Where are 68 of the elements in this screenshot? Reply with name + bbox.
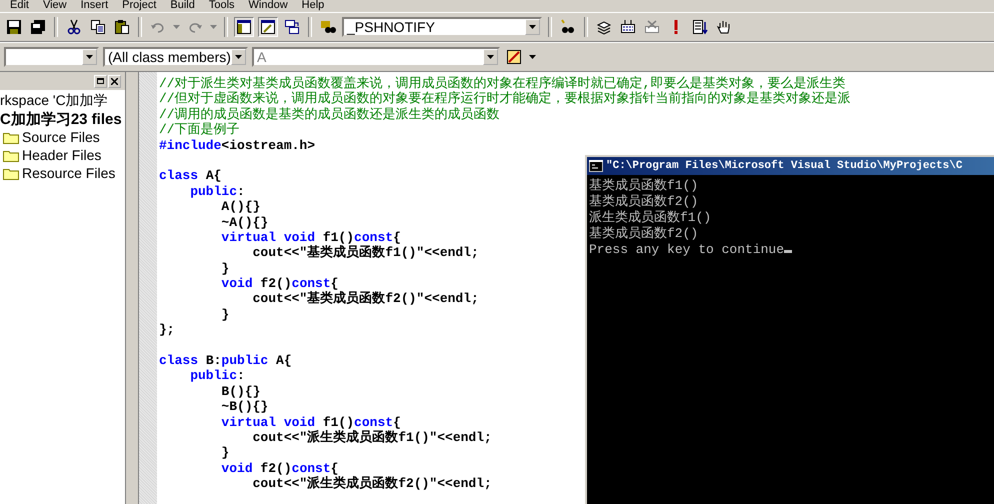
text-cursor — [784, 250, 792, 253]
code-line: class A{ — [159, 168, 222, 184]
tree-folder-label[interactable]: Header Files — [22, 147, 102, 163]
menu-item[interactable]: Project — [122, 0, 156, 12]
code-line: void f2()const{ — [220, 460, 338, 476]
code-line: } — [220, 260, 230, 276]
restore-icon — [97, 78, 104, 84]
console-output-line: 基类成员函数f1() — [589, 178, 698, 193]
menu-item[interactable]: Window — [248, 0, 288, 12]
close-pane-button[interactable] — [108, 74, 121, 88]
output-window-icon[interactable] — [258, 17, 278, 37]
save-icon[interactable] — [4, 17, 24, 37]
console-output-line: Press any key to continue — [589, 242, 784, 257]
workspace-window-icon[interactable] — [234, 17, 254, 37]
class-combo[interactable] — [4, 47, 99, 67]
menu-item[interactable]: Edit — [10, 0, 29, 12]
menu-item[interactable]: Build — [170, 0, 195, 12]
dropdown-arrow-icon[interactable] — [529, 25, 536, 29]
console-output-line: 派生类成员函数f1() — [589, 210, 712, 225]
project-label[interactable]: C加加学习23 files — [0, 110, 122, 128]
restore-pane-button[interactable] — [94, 74, 107, 88]
code-line: virtual void f1()const{ — [220, 230, 401, 245]
copy-icon[interactable] — [88, 17, 108, 37]
dropdown-arrow-icon[interactable] — [86, 55, 93, 59]
code-line: //但对于虚函数来说，调用成员函数的对象要在程序运行时才能确定，要根据对象指针当前指向的对象是基类对象还是派 — [159, 91, 851, 107]
console-output-line: 基类成员函数f2() — [589, 194, 698, 209]
console-output-line: 基类成员函数f2() — [589, 226, 698, 241]
code-line: cout<<"基类成员函数f2()"<<endl; — [252, 291, 479, 307]
folder-icon — [3, 148, 19, 162]
folder-icon — [3, 130, 19, 144]
tree-folder-label[interactable]: Source Files — [22, 129, 100, 145]
windows-icon[interactable] — [282, 17, 302, 37]
code-line: cout<<"基类成员函数f1()"<<endl; — [252, 245, 479, 261]
code-line: ~A(){} — [220, 214, 268, 230]
code-line: public: — [189, 184, 245, 200]
code-line: class B:public A{ — [159, 353, 292, 368]
code-line: } — [220, 306, 230, 322]
code-line: }; — [159, 322, 175, 338]
code-line: ~B(){} — [220, 399, 268, 415]
code-line: cout<<"派生类成员函数f1()"<<endl; — [252, 430, 492, 446]
code-line: //调用的成员函数是基类的成员函数还是派生类的成员函数 — [159, 106, 500, 122]
menu-item[interactable]: View — [42, 0, 67, 12]
code-line: //对于派生类对基类成员函数覆盖来说，调用成员函数的对象在程序编译时就已确定,即要么是基类对象，要么是派生类 — [159, 76, 846, 91]
workspace-label[interactable]: rkspace 'C加加学 — [0, 92, 108, 110]
code-line: virtual void f1()const{ — [220, 414, 401, 430]
menu-item[interactable]: Insert — [80, 0, 108, 12]
wizard-action-icon[interactable] — [504, 47, 524, 67]
folder-icon — [3, 166, 19, 180]
paste-icon[interactable] — [112, 17, 132, 37]
go-icon[interactable] — [690, 17, 710, 37]
close-icon — [111, 78, 118, 84]
code-line: //下面是例子 — [159, 122, 240, 138]
code-line: #include<iostream.h> — [159, 138, 316, 153]
menu-item[interactable]: Help — [302, 0, 324, 12]
save-all-icon[interactable] — [28, 17, 48, 37]
code-line: A(){} — [220, 199, 260, 215]
tree-folder-label[interactable]: Resource Files — [22, 165, 116, 181]
filter-combo[interactable]: (All class members) — [103, 47, 248, 67]
code-line: void f2()const{ — [220, 276, 338, 292]
code-line: public: — [189, 368, 245, 384]
code-line: cout<<"派生类成员函数f2()"<<endl; — [252, 476, 492, 492]
find-combo[interactable]: _PSHNOTIFY — [342, 17, 542, 37]
code-line: B(){} — [220, 384, 260, 400]
menu-item[interactable]: Tools — [208, 0, 235, 12]
code-line: } — [220, 445, 230, 461]
dropdown-arrow-icon[interactable] — [235, 55, 242, 59]
console-title: "C:\Program Files\Microsoft Visual Studio\MyProjects\C — [606, 160, 962, 172]
console-icon — [589, 160, 603, 172]
